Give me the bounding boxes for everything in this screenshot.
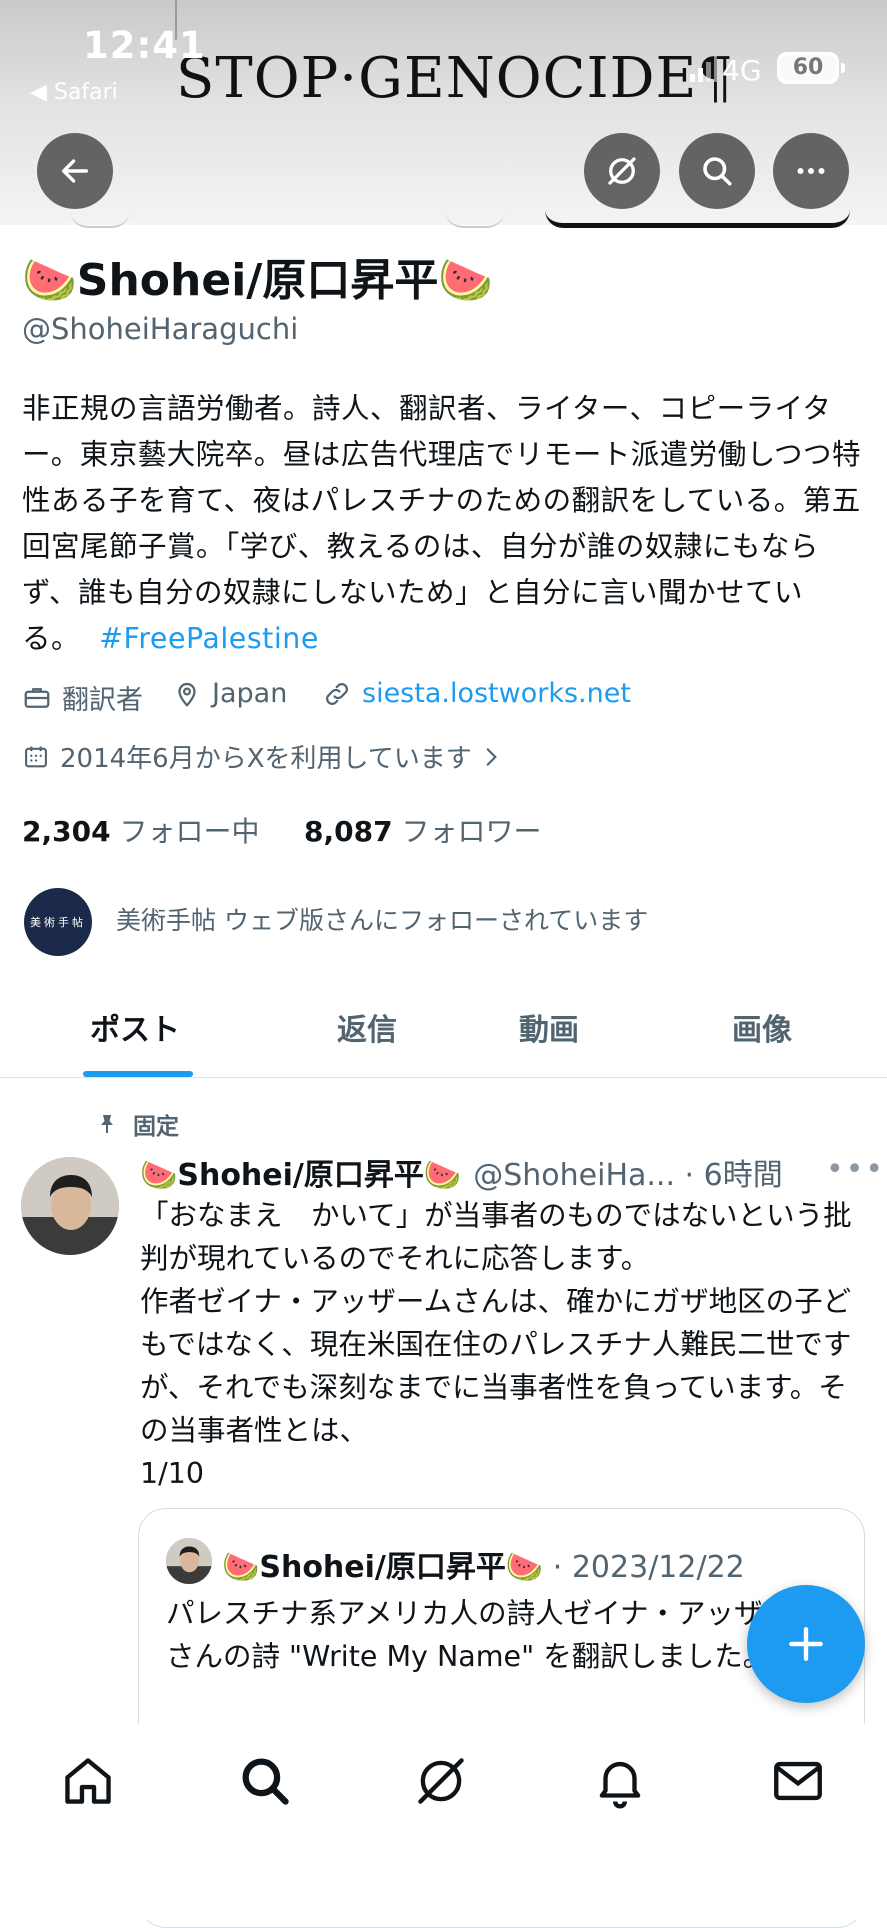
more-icon: [797, 168, 825, 174]
followed-by-text[interactable]: 美術手帖 ウェブ版さんにフォローされています: [116, 901, 648, 937]
tab-posts[interactable]: ポスト: [90, 1005, 180, 1049]
post-more-icon[interactable]: •••: [826, 1152, 885, 1187]
status-time: 12:41: [83, 24, 206, 67]
following-link[interactable]: 2,304 フォロー中: [22, 815, 260, 848]
plus-icon: [789, 1627, 823, 1661]
followers-count: 8,087: [304, 815, 393, 848]
search-icon[interactable]: [236, 1752, 294, 1810]
briefcase-icon: [24, 687, 50, 708]
search-button[interactable]: [679, 133, 755, 209]
location-label: Japan: [212, 678, 288, 709]
tab-replies[interactable]: 返信: [337, 1005, 397, 1049]
signal-icon: [690, 56, 717, 82]
grok-icon: [608, 157, 636, 185]
profile-location: Japan: [172, 678, 287, 709]
banner-text: STOP·GENOCIDE¶: [176, 46, 735, 111]
post-text[interactable]: 「おなまえ かいて」が当事者のものではないという批判が現れているのでそれに応答し…: [140, 1194, 860, 1495]
follow-button-edge[interactable]: [545, 210, 850, 228]
quoted-post-date: · 2023/12/22: [543, 1550, 745, 1585]
pinned-label: 固定: [95, 1107, 179, 1141]
more-button[interactable]: [773, 133, 849, 209]
network-type: 4G: [722, 54, 762, 87]
battery-tip: [841, 63, 845, 73]
profile-display-name: 🍉Shohei/原口昇平🍉: [22, 255, 494, 306]
mail-icon[interactable]: [769, 1752, 827, 1810]
arrow-left-icon: [61, 159, 89, 183]
avatar-photo: [166, 1538, 212, 1584]
job-label: 翻訳者: [62, 685, 143, 716]
compose-button[interactable]: [747, 1585, 865, 1703]
active-tab-indicator: [83, 1071, 193, 1077]
following-count: 2,304: [22, 815, 111, 848]
post-header: 🍉Shohei/原口昇平🍉 @ShoheiHa... · 6時間: [140, 1150, 783, 1194]
profile-handle: @ShoheiHaraguchi: [22, 312, 299, 346]
website-link[interactable]: siesta.lostworks.net: [362, 678, 631, 709]
following-label: フォロー中: [119, 815, 260, 848]
followed-by-avatar[interactable]: 美術手帖: [24, 888, 92, 956]
tab-images[interactable]: 画像: [732, 1005, 792, 1049]
joined-label: 2014年6月からXを利用しています: [60, 744, 472, 774]
avatar-edge: [70, 210, 130, 228]
pinned-text: 固定: [133, 1114, 179, 1140]
grok-icon[interactable]: [412, 1752, 470, 1810]
followers-link[interactable]: 8,087 フォロワー: [304, 815, 542, 848]
profile-bio: 非正規の言語労働者。詩人、翻訳者、ライター、コピーライター。東京藝大院卒。昼は広…: [22, 386, 870, 662]
battery-icon: 60: [777, 52, 839, 84]
grok-button[interactable]: [584, 133, 660, 209]
profile-website[interactable]: siesta.lostworks.net: [322, 678, 631, 709]
quoted-author-avatar: [166, 1538, 212, 1584]
avatar-edge: [445, 210, 505, 228]
back-button[interactable]: [37, 133, 113, 209]
quoted-post-header: 🍉Shohei/原口昇平🍉 · 2023/12/22: [222, 1542, 745, 1586]
followers-label: フォロワー: [401, 815, 542, 848]
back-to-app-link[interactable]: ◀ Safari: [30, 80, 118, 105]
quoted-post-text: パレスチナ系アメリカ人の詩人ゼイナ・アッザームさんの詩 "Write My Na…: [166, 1597, 819, 1673]
bio-hashtag-link[interactable]: #FreePalestine: [99, 622, 319, 655]
bell-icon[interactable]: [591, 1752, 649, 1810]
profile-joined-date[interactable]: 2014年6月からXを利用しています: [22, 738, 504, 775]
home-icon[interactable]: [59, 1752, 117, 1810]
link-icon: [326, 682, 348, 705]
chevron-right-icon: [486, 747, 497, 766]
post-author-name[interactable]: 🍉Shohei/原口昇平🍉: [140, 1150, 461, 1194]
tab-videos[interactable]: 動画: [519, 1005, 579, 1049]
profile-job: 翻訳者: [22, 678, 143, 717]
pin-icon: [101, 1115, 113, 1133]
follow-stats: 2,304 フォロー中 8,087 フォロワー: [22, 810, 542, 850]
bio-text: 非正規の言語労働者。詩人、翻訳者、ライター、コピーライター。東京藝大院卒。昼は広…: [22, 392, 862, 655]
post-author-avatar[interactable]: [21, 1157, 119, 1255]
post-handle-time: @ShoheiHa... · 6時間: [473, 1158, 783, 1193]
location-pin-icon: [178, 682, 196, 707]
avatar-photo: [21, 1157, 119, 1255]
search-icon: [703, 157, 732, 186]
calendar-icon: [25, 746, 47, 767]
quoted-author-name: 🍉Shohei/原口昇平🍉: [222, 1550, 544, 1585]
